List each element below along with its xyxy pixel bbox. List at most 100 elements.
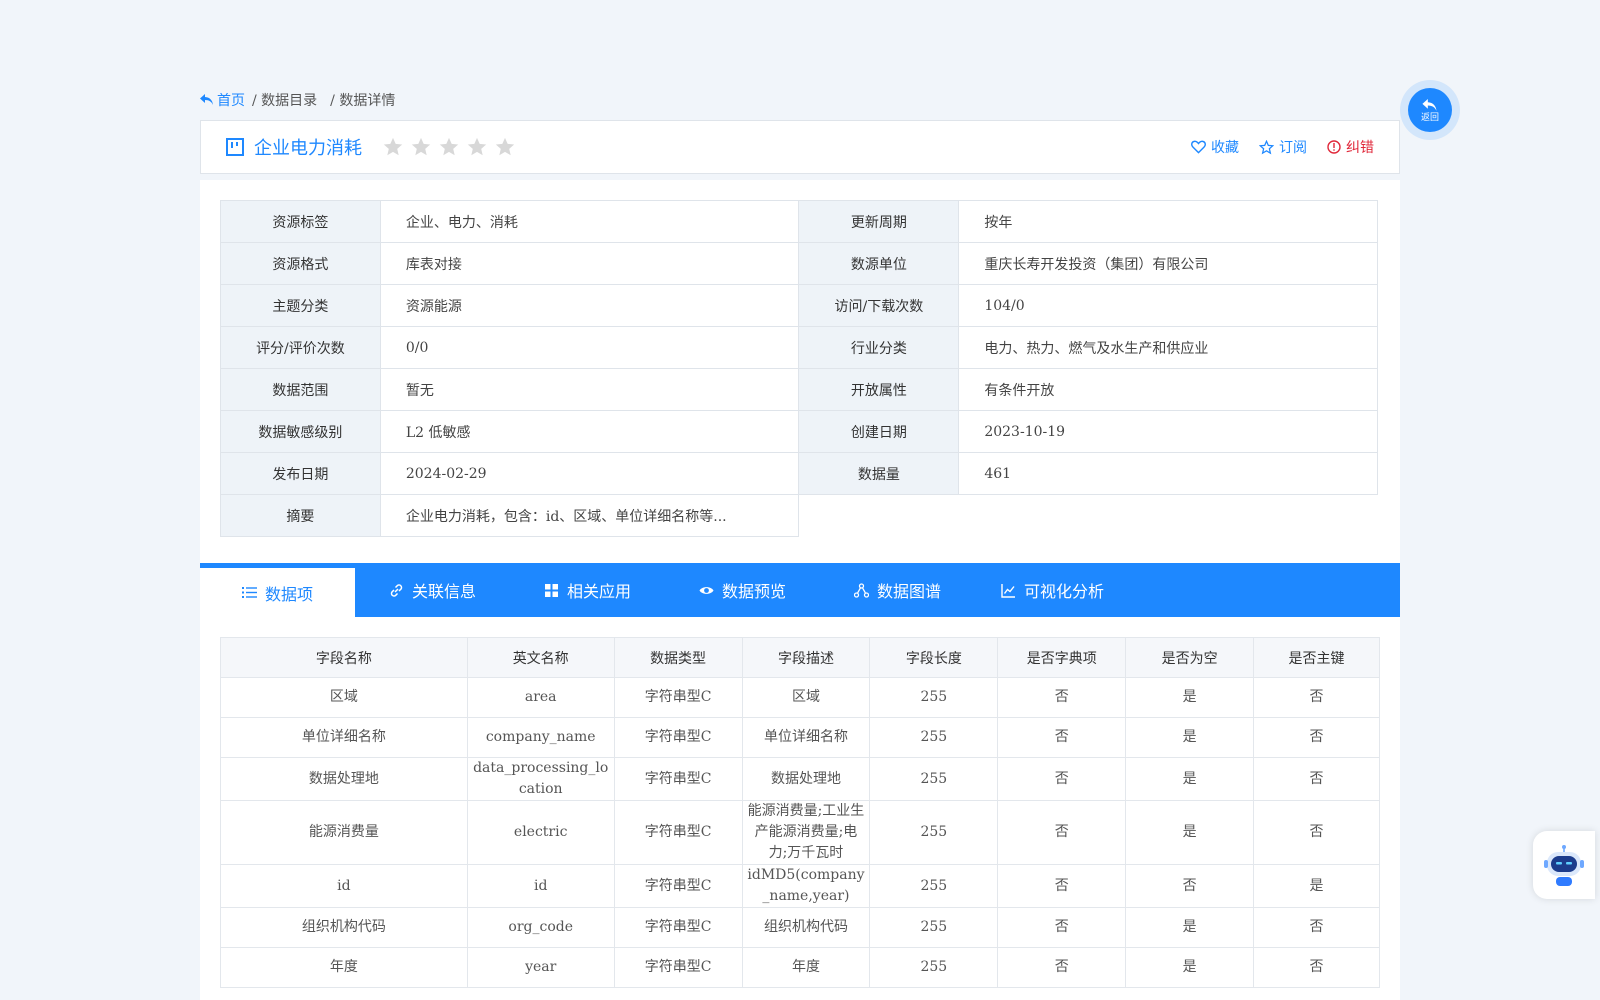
info-panel: 资源标签 企业、电力、消耗 更新周期 按年 资源格式 库表对接 数源单位 重庆长… [200, 180, 1400, 563]
fields-panel: 字段名称 英文名称 数据类型 字段描述 字段长度 是否字典项 是否为空 是否主键… [200, 617, 1400, 1000]
back-button[interactable]: 返回 [1400, 80, 1460, 140]
tab-visual-analysis[interactable]: 可视化分析 [975, 563, 1130, 617]
table-cell: 否 [997, 947, 1127, 988]
column-header: 字段名称 [220, 637, 468, 678]
table-cell: 单位详细名称 [220, 717, 468, 758]
tab-data-graph[interactable]: 数据图谱 [820, 563, 975, 617]
info-key: 主题分类 [220, 284, 381, 327]
table-cell: 255 [869, 800, 999, 865]
star-icon[interactable] [410, 136, 432, 158]
table-cell: 否 [997, 800, 1127, 865]
subscribe-button[interactable]: 订阅 [1259, 137, 1307, 157]
star-icon[interactable] [382, 136, 404, 158]
tab-related-info[interactable]: 关联信息 [355, 563, 510, 617]
table-cell: 255 [869, 677, 999, 718]
table-row: 数据处理地 data_processing_location 字符串型C 数据处… [220, 757, 1380, 801]
robot-icon [1544, 845, 1584, 886]
table-cell: 字符串型C [613, 717, 743, 758]
info-key: 数据敏感级别 [220, 410, 381, 453]
table-cell: 否 [997, 907, 1127, 948]
info-row: 主题分类 资源能源 访问/下载次数 104/0 [220, 284, 1378, 327]
info-key: 访问/下载次数 [798, 284, 960, 327]
table-cell: 是 [1125, 800, 1255, 865]
info-value: 企业电力消耗，包含：id、区域、单位详细名称等... [379, 494, 800, 537]
table-cell: id [466, 864, 615, 908]
table-cell: 是 [1253, 864, 1380, 908]
breadcrumb: 首页 / 数据目录 / 数据详情 [200, 90, 401, 110]
info-row: 发布日期 2024-02-29 数据量 461 [220, 452, 1378, 495]
title-actions: 收藏 订阅 纠错 [1191, 121, 1374, 173]
table-cell: org_code [466, 907, 615, 948]
table-cell: 否 [1253, 677, 1380, 718]
column-header: 是否主键 [1253, 637, 1380, 678]
table-cell: 字符串型C [613, 677, 743, 718]
column-header: 字段长度 [869, 637, 999, 678]
table-cell: 是 [1125, 947, 1255, 988]
tab-label: 关联信息 [411, 584, 476, 601]
info-row: 资源格式 库表对接 数源单位 重庆长寿开发投资（集团）有限公司 [220, 242, 1378, 285]
info-key: 更新周期 [798, 200, 960, 243]
info-value: L2 低敏感 [379, 410, 800, 453]
table-cell: 数据处理地 [220, 757, 468, 801]
back-button-label: 返回 [1420, 111, 1439, 122]
tab-data-preview[interactable]: 数据预览 [665, 563, 820, 617]
info-value: 库表对接 [379, 242, 800, 285]
back-button-inner: 返回 [1408, 88, 1452, 132]
table-cell: 区域 [220, 677, 468, 718]
subscribe-label: 订阅 [1279, 140, 1307, 156]
breadcrumb-home[interactable]: 首页 [200, 90, 245, 110]
table-cell: 否 [1253, 800, 1380, 865]
table-cell: 255 [869, 757, 999, 801]
list-icon [241, 587, 257, 598]
tab-data-items[interactable]: 数据项 [200, 563, 355, 617]
star-icon[interactable] [466, 136, 488, 158]
info-value: 104/0 [958, 284, 1378, 327]
table-row: id id 字符串型C idMD5(company_name,year) 255… [220, 864, 1380, 908]
info-key: 创建日期 [798, 410, 960, 453]
table-row: 年度 year 字符串型C 年度 255 否 是 否 [220, 947, 1380, 988]
star-icon[interactable] [438, 136, 460, 158]
info-key: 数据量 [798, 452, 960, 495]
report-error-button[interactable]: 纠错 [1327, 137, 1374, 157]
tab-related-apps[interactable]: 相关应用 [510, 563, 665, 617]
info-row: 数据敏感级别 L2 低敏感 创建日期 2023-10-19 [220, 410, 1378, 453]
table-cell: 否 [1253, 717, 1380, 758]
table-cell: 255 [869, 717, 999, 758]
table-cell: 255 [869, 947, 999, 988]
info-value: 2024-02-29 [379, 452, 800, 495]
table-cell: 年度 [220, 947, 468, 988]
breadcrumb-home-label: 首页 [217, 93, 245, 109]
table-cell: 255 [869, 864, 999, 908]
star-icon[interactable] [494, 136, 516, 158]
star-outline-icon [1259, 139, 1274, 154]
info-key: 发布日期 [220, 452, 381, 495]
info-key: 数据范围 [220, 368, 381, 411]
table-cell: 255 [869, 907, 999, 948]
title-bar: 企业电力消耗 收藏 订阅 纠错 [200, 120, 1400, 174]
collect-label: 收藏 [1211, 140, 1239, 156]
eye-icon [699, 586, 714, 594]
table-cell: 字符串型C [613, 947, 743, 988]
breadcrumb-item-catalog[interactable]: / 数据目录 [252, 90, 317, 110]
back-arrow-icon [1422, 98, 1437, 111]
table-cell: id [220, 864, 468, 908]
tab-label: 可视化分析 [1023, 584, 1104, 601]
collect-button[interactable]: 收藏 [1191, 137, 1239, 157]
column-header: 英文名称 [466, 637, 615, 678]
fields-table: 字段名称 英文名称 数据类型 字段描述 字段长度 是否字典项 是否为空 是否主键… [220, 637, 1380, 988]
info-value: 资源能源 [379, 284, 800, 327]
assistant-robot-button[interactable] [1533, 831, 1595, 899]
column-header: 是否为空 [1125, 637, 1255, 678]
info-table: 资源标签 企业、电力、消耗 更新周期 按年 资源格式 库表对接 数源单位 重庆长… [220, 200, 1378, 537]
info-key: 开放属性 [798, 368, 960, 411]
table-cell: 能源消费量 [220, 800, 468, 865]
info-key: 评分/评价次数 [220, 326, 381, 369]
table-cell: area [466, 677, 615, 718]
table-cell: company_name [466, 717, 615, 758]
info-value: 电力、热力、燃气及水生产和供应业 [958, 326, 1378, 369]
info-key: 数源单位 [798, 242, 960, 285]
star-rating[interactable] [382, 136, 516, 158]
detail-tabs: 数据项 关联信息 相关应用 数据预览 数据图谱 可视化分析 [200, 563, 1400, 617]
table-cell: 组织机构代码 [741, 907, 871, 948]
table-cell: 否 [1253, 907, 1380, 948]
